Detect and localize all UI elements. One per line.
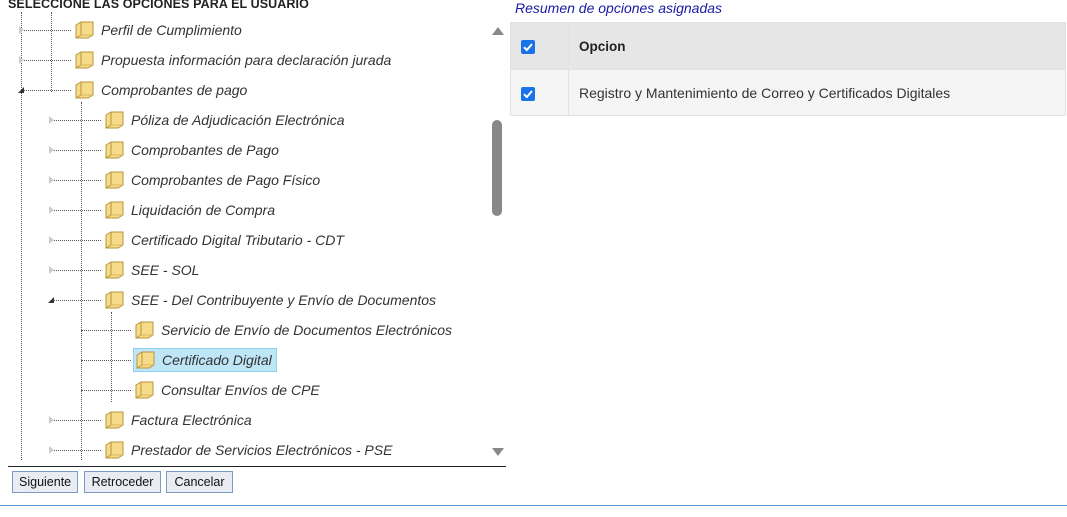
folder-icon [105, 141, 124, 159]
tree-item[interactable]: Comprobantes de Pago Físico [103, 168, 324, 192]
folder-icon [75, 51, 94, 69]
tree-connector [51, 210, 101, 211]
option-name-cell: Registro y Mantenimiento de Correo y Cer… [568, 69, 1066, 116]
row-checkbox-cell [510, 69, 569, 116]
tree-connector [51, 270, 101, 271]
table-header-row: Opcion [510, 22, 1066, 70]
tree-item[interactable]: Consultar Envíos de CPE [133, 378, 324, 402]
expand-arrow-icon[interactable] [49, 116, 54, 124]
tree-item-label: Póliza de Adjudicación Electrónica [131, 112, 345, 128]
expand-arrow-icon[interactable] [19, 56, 24, 64]
options-panel-title: SELECCIONE LAS OPCIONES PARA EL USUARIO [8, 0, 309, 11]
scroll-down-arrow-icon[interactable] [492, 448, 504, 456]
tree-item-label: Propuesta información para declaración j… [101, 52, 392, 68]
tree-connector [51, 240, 101, 241]
tree-item[interactable]: Servicio de Envío de Documentos Electrón… [133, 318, 456, 342]
tree-scrollbar[interactable] [489, 24, 505, 458]
folder-icon [135, 321, 154, 339]
folder-icon [105, 261, 124, 279]
tree-item[interactable]: Comprobantes de pago [73, 78, 251, 102]
column-header-opcion[interactable]: Opcion [568, 22, 1066, 70]
expand-arrow-icon[interactable] [49, 146, 54, 154]
scroll-thumb[interactable] [492, 120, 502, 216]
expand-arrow-icon[interactable] [49, 266, 54, 274]
tree-item-label: Liquidación de Compra [131, 202, 275, 218]
options-tree: Perfil de Cumplimiento Propuesta informac… [0, 12, 488, 460]
expand-arrow-icon[interactable] [49, 236, 54, 244]
tree-item[interactable]: Perfil de Cumplimiento [73, 18, 246, 42]
tree-guide-line [81, 102, 82, 460]
tree-item[interactable]: Propuesta información para declaración j… [73, 48, 395, 72]
tree-item-label: Perfil de Cumplimiento [101, 22, 242, 38]
assigned-options-table: Opcion Registro y Mantenimiento de Corre… [510, 22, 1066, 116]
folder-icon [136, 351, 155, 369]
select-all-cell [510, 22, 569, 70]
tree-item[interactable]: Liquidación de Compra [103, 198, 279, 222]
left-panel-divider [8, 466, 506, 467]
expand-arrow-icon[interactable] [49, 176, 54, 184]
tree-connector [21, 30, 71, 31]
select-all-checkbox[interactable] [521, 40, 535, 55]
tree-item-label: Certificado Digital [162, 352, 272, 368]
expand-arrow-icon[interactable] [49, 416, 54, 424]
tree-item-label: Certificado Digital Tributario - CDT [131, 232, 344, 248]
tree-item-label: Servicio de Envío de Documentos Electrón… [161, 322, 453, 338]
folder-icon [105, 231, 124, 249]
folder-icon [135, 381, 154, 399]
tree-connector [51, 120, 101, 121]
tree-item[interactable]: Certificado Digital [133, 348, 277, 372]
tree-item[interactable]: Certificado Digital Tributario - CDT [103, 228, 348, 252]
tree-connector [81, 330, 131, 331]
tree-connector [51, 150, 101, 151]
tree-item[interactable]: SEE - SOL [103, 258, 203, 282]
tree-item-label: SEE - Del Contribuyente y Envío de Docum… [131, 292, 437, 308]
cancel-button[interactable]: Cancelar [166, 471, 233, 493]
tree-connector [51, 180, 101, 181]
tree-item[interactable]: SEE - Del Contribuyente y Envío de Docum… [103, 288, 440, 312]
tree-item-label: Comprobantes de Pago Físico [131, 172, 321, 188]
tree-connector [21, 90, 71, 91]
expand-arrow-icon[interactable] [49, 206, 54, 214]
tree-connector [51, 300, 101, 301]
row-checkbox[interactable] [521, 86, 535, 101]
table-row[interactable]: Registro y Mantenimiento de Correo y Cer… [510, 69, 1066, 116]
collapse-arrow-icon[interactable] [48, 297, 54, 303]
folder-icon [105, 411, 124, 429]
scroll-up-arrow-icon[interactable] [492, 27, 504, 35]
folder-icon [105, 441, 124, 459]
tree-item[interactable]: Prestador de Servicios Electrónicos - PS… [103, 438, 396, 460]
tree-connector [81, 390, 131, 391]
tree-item[interactable]: Póliza de Adjudicación Electrónica [103, 108, 349, 132]
tree-guide-line [51, 12, 52, 92]
folder-icon [105, 201, 124, 219]
back-button[interactable]: Retroceder [84, 471, 161, 493]
tree-connector [81, 360, 131, 361]
tree-connector [51, 450, 101, 451]
next-button[interactable]: Siguiente [12, 471, 78, 493]
folder-icon [105, 171, 124, 189]
folder-icon [75, 81, 94, 99]
tree-guide-line [111, 312, 112, 402]
tree-item-label: SEE - SOL [131, 262, 200, 278]
tree-item[interactable]: Comprobantes de Pago [103, 138, 283, 162]
tree-guide-line [21, 12, 22, 460]
footer-rule [0, 505, 1067, 506]
tree-item[interactable]: Factura Electrónica [103, 408, 256, 432]
tree-item-label: Comprobantes de pago [101, 82, 248, 98]
collapse-arrow-icon[interactable] [18, 87, 24, 93]
tree-item-label: Consultar Envíos de CPE [161, 382, 320, 398]
tree-connector [51, 420, 101, 421]
summary-title: Resumen de opciones asignadas [515, 0, 723, 16]
expand-arrow-icon[interactable] [49, 446, 54, 454]
tree-connector [21, 60, 71, 61]
folder-icon [75, 21, 94, 39]
folder-icon [105, 291, 124, 309]
tree-item-label: Prestador de Servicios Electrónicos - PS… [131, 442, 393, 458]
tree-item-label: Comprobantes de Pago [131, 142, 279, 158]
folder-icon [105, 111, 124, 129]
tree-item-label: Factura Electrónica [131, 412, 252, 428]
expand-arrow-icon[interactable] [19, 26, 24, 34]
